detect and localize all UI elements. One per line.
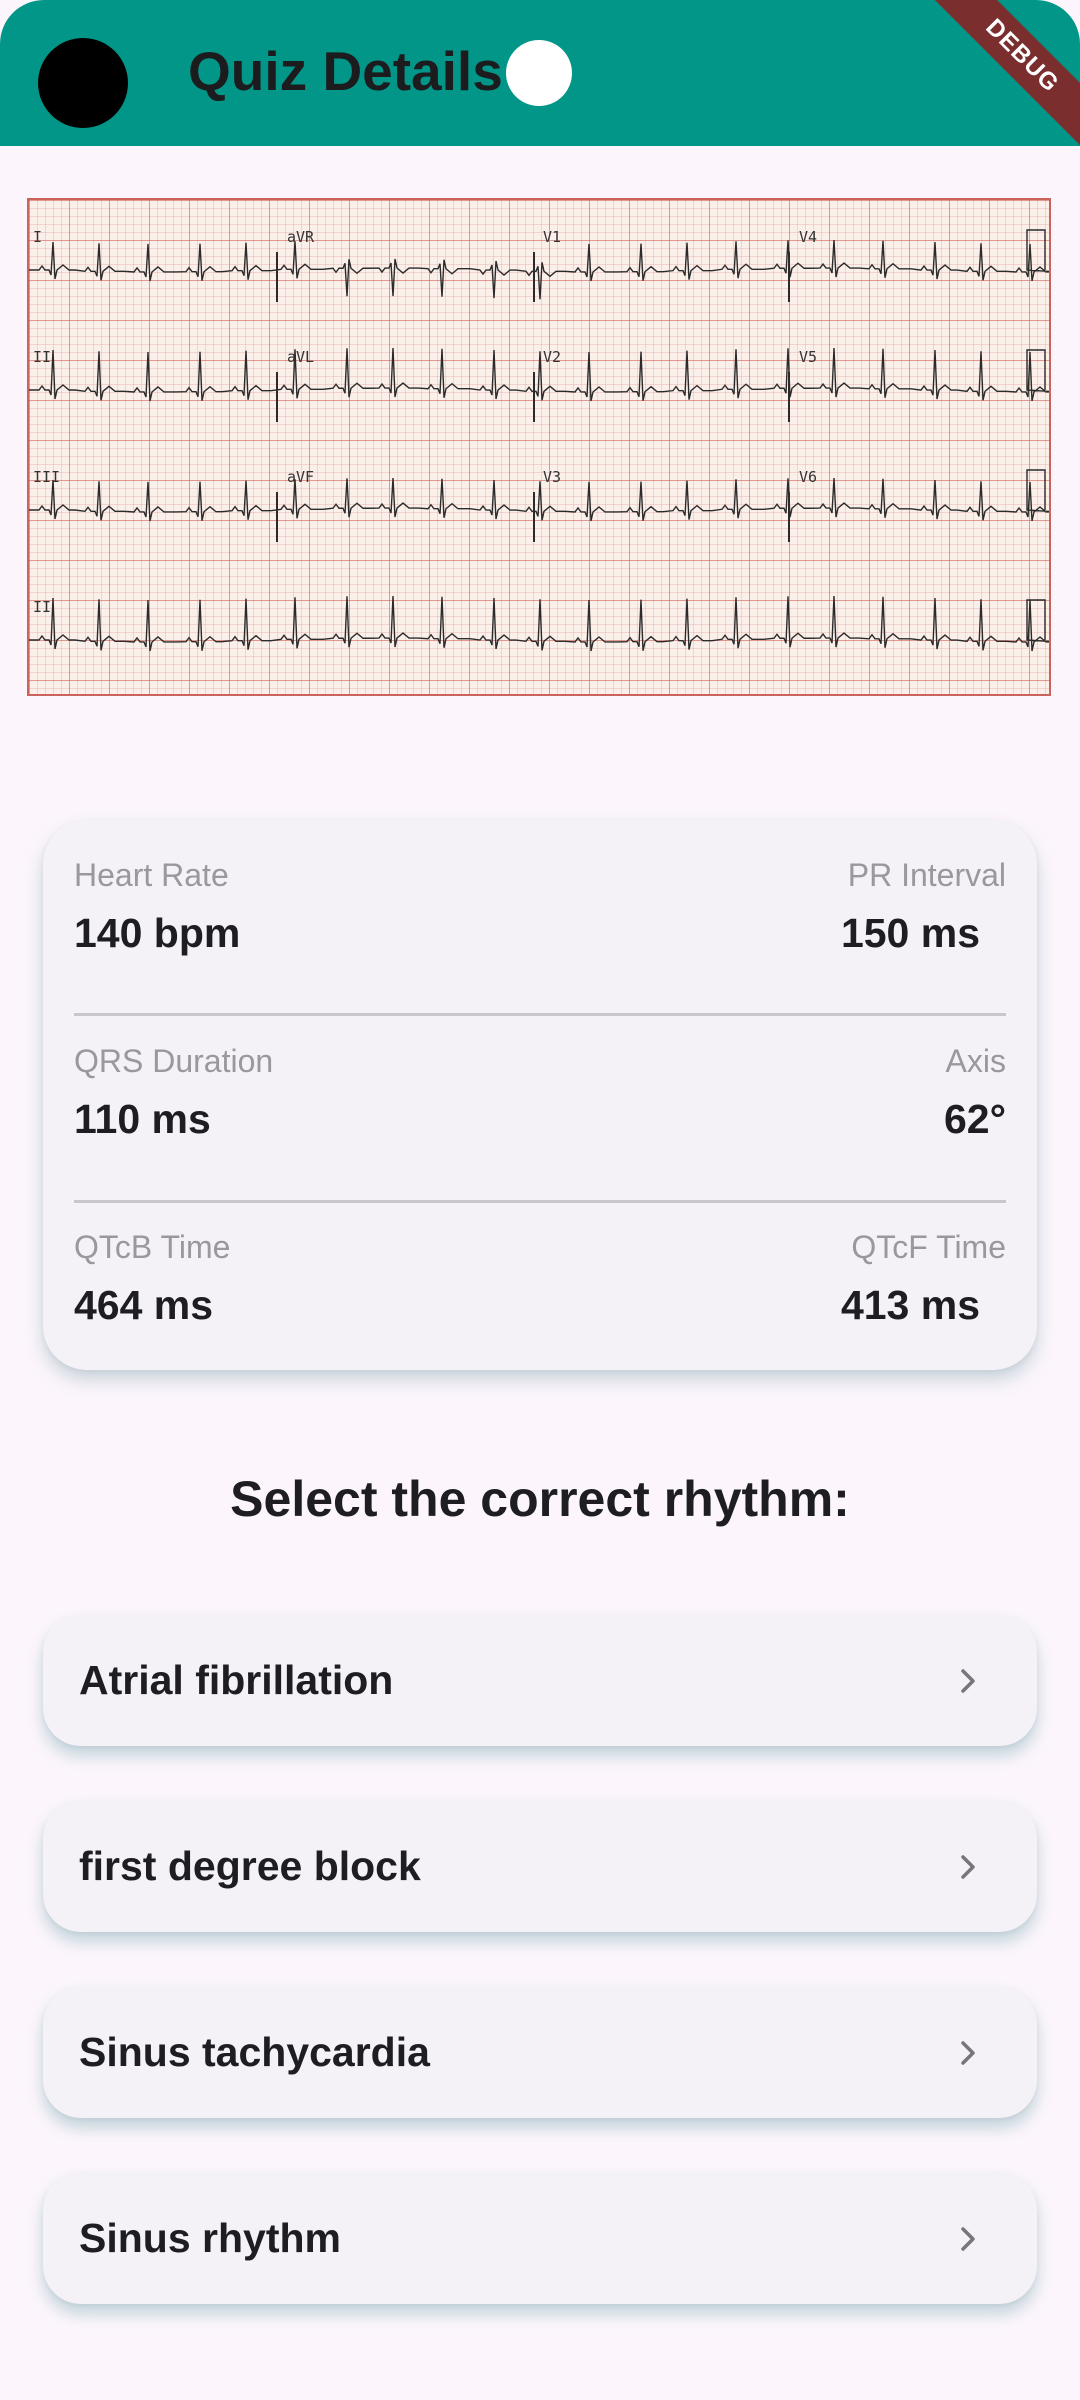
- chevron-right-icon: [961, 1669, 975, 1693]
- pr-interval-value: 150 ms: [840, 910, 980, 956]
- stat-row-qrs-axis: QRS Duration 110 ms Axis 62°: [74, 1043, 1006, 1163]
- lead-label-v6: V6: [799, 468, 818, 486]
- option-atrial-fibrillation[interactable]: Atrial fibrillation: [43, 1614, 1037, 1746]
- option-label: Sinus tachycardia: [79, 2029, 430, 2075]
- lead-label-v2: V2: [543, 348, 562, 366]
- lead-label-avr: aVR: [287, 228, 315, 246]
- option-sinus-tachycardia[interactable]: Sinus tachycardia: [43, 1986, 1037, 2118]
- ecg-lead-trace: [29, 469, 1049, 522]
- lead-label-iii: III: [33, 468, 61, 486]
- qrs-duration-value: 110 ms: [74, 1096, 211, 1142]
- lead-label-v3: V3: [543, 468, 562, 486]
- chevron-right-icon: [961, 2227, 975, 2251]
- ecg-image: I aVR V1 V4 II aVL V2 V5 III aVF V3 V6 I…: [27, 198, 1051, 696]
- option-sinus-rhythm[interactable]: Sinus rhythm: [43, 2172, 1037, 2304]
- divider: [74, 1200, 1006, 1203]
- ecg-trace: [29, 229, 1049, 652]
- lead-label-avf: aVF: [287, 468, 315, 486]
- heart-rate-value: 140 bpm: [74, 910, 241, 956]
- axis-value: 62°: [943, 1096, 1006, 1142]
- page-title: Quiz Details: [188, 40, 503, 102]
- ecg-lead-trace: [29, 348, 1049, 402]
- lead-label-v4: V4: [799, 228, 818, 246]
- divider: [74, 1013, 1006, 1016]
- lead-label-avl: aVL: [287, 348, 315, 366]
- lead-label-rhythm-ii: II: [33, 598, 52, 616]
- heart-rate-label: Heart Rate: [74, 857, 229, 893]
- qtcb-time-label: QTcB Time: [74, 1229, 231, 1265]
- stat-row-rate-pr: Heart Rate 140 bpm PR Interval 150 ms: [74, 857, 1006, 977]
- chevron-right-icon: [961, 2041, 975, 2065]
- option-first-degree-block[interactable]: first degree block: [43, 1800, 1037, 1932]
- lead-label-v5: V5: [799, 348, 818, 366]
- lead-label-ii: II: [33, 348, 52, 366]
- status-dot-icon: [506, 40, 572, 106]
- stat-row-qtc: QTcB Time 464 ms QTcF Time 413 ms: [74, 1229, 1006, 1349]
- chevron-right-icon: [961, 1855, 975, 1879]
- pr-interval-label: PR Interval: [847, 857, 1006, 893]
- qtcb-time-value: 464 ms: [74, 1282, 214, 1328]
- ecg-lead-trace: [29, 229, 1049, 300]
- qrs-duration-label: QRS Duration: [74, 1043, 274, 1079]
- lead-label-i: I: [33, 228, 43, 246]
- axis-label: Axis: [945, 1043, 1006, 1079]
- debug-banner: DEBUG: [914, 0, 1080, 146]
- qtcf-time-value: 413 ms: [840, 1282, 980, 1328]
- qtcf-time-label: QTcF Time: [851, 1229, 1006, 1265]
- option-label: Atrial fibrillation: [79, 1657, 394, 1703]
- option-label: Sinus rhythm: [79, 2215, 341, 2261]
- lead-label-v1: V1: [543, 228, 562, 246]
- question-prompt: Select the correct rhythm:: [230, 1471, 850, 1527]
- ecg-lead-trace: [29, 596, 1049, 652]
- app-bar: Quiz Details DEBUG: [0, 0, 1080, 146]
- back-button[interactable]: [38, 38, 128, 128]
- option-label: first degree block: [79, 1843, 421, 1889]
- ecg-stats-card: Heart Rate 140 bpm PR Interval 150 ms QR…: [43, 820, 1037, 1370]
